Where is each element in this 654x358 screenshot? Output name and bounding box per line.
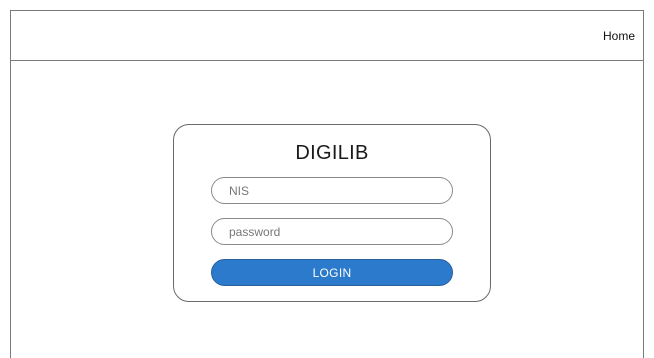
page-frame: Home DIGILIB LOGIN — [10, 10, 644, 358]
login-card: DIGILIB LOGIN — [173, 124, 491, 302]
nis-input[interactable] — [211, 177, 453, 204]
nav-home-link[interactable]: Home — [603, 29, 635, 43]
password-input[interactable] — [211, 218, 453, 245]
login-title: DIGILIB — [295, 142, 369, 164]
login-button[interactable]: LOGIN — [211, 259, 453, 286]
top-nav-bar: Home — [11, 11, 643, 61]
